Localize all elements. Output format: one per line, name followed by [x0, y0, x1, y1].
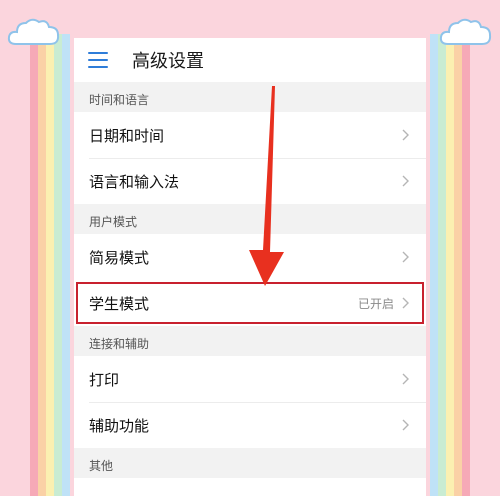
section-header-connection-assist: 连接和辅助	[74, 326, 426, 356]
title-bar: 高级设置	[74, 38, 426, 82]
page-title: 高级设置	[132, 51, 204, 72]
settings-item-label: 简易模式	[89, 248, 150, 267]
rainbow-stripe	[454, 34, 462, 496]
cloud-icon	[7, 18, 60, 45]
settings-item-label: 辅助功能	[89, 416, 150, 435]
cloud-icon	[439, 18, 492, 45]
section-header-time-language: 时间和语言	[74, 82, 426, 112]
settings-item-label: 打印	[89, 370, 120, 389]
settings-item-student-mode[interactable]: 学生模式 已开启	[74, 280, 426, 326]
chevron-right-icon	[402, 373, 409, 385]
rainbow-stripe	[46, 34, 54, 496]
settings-item-language-input[interactable]: 语言和输入法	[74, 158, 426, 204]
menu-icon[interactable]	[88, 52, 108, 68]
rainbow-stripe	[30, 34, 38, 496]
settings-item-print[interactable]: 打印	[74, 356, 426, 402]
chevron-right-icon	[402, 129, 409, 141]
settings-item-accessibility[interactable]: 辅助功能	[74, 402, 426, 448]
chevron-right-icon	[402, 419, 409, 431]
chevron-right-icon	[402, 297, 409, 309]
rainbow-stripe	[438, 34, 446, 496]
settings-item-date-time[interactable]: 日期和时间	[74, 112, 426, 158]
status-text: 已开启	[357, 296, 394, 311]
rainbow-stripe	[54, 34, 62, 496]
chevron-right-icon	[402, 251, 409, 263]
rainbow-stripe	[38, 34, 46, 496]
rainbow-stripe	[430, 34, 438, 496]
rainbow-stripe	[62, 34, 70, 496]
settings-item-simple-mode[interactable]: 简易模式	[74, 234, 426, 280]
settings-item-label: 语言和输入法	[89, 172, 180, 191]
rainbow-stripe	[446, 34, 454, 496]
phone-screen: 高级设置 时间和语言 日期和时间 语言和输入法 用户模式 简易模式 学生模式 已…	[74, 38, 426, 496]
settings-item-label: 学生模式	[89, 294, 150, 313]
chevron-right-icon	[402, 175, 409, 187]
section-header-user-mode: 用户模式	[74, 204, 426, 234]
section-header-other: 其他	[74, 448, 426, 478]
rainbow-stripe	[462, 34, 470, 496]
settings-item-label: 日期和时间	[89, 126, 165, 145]
